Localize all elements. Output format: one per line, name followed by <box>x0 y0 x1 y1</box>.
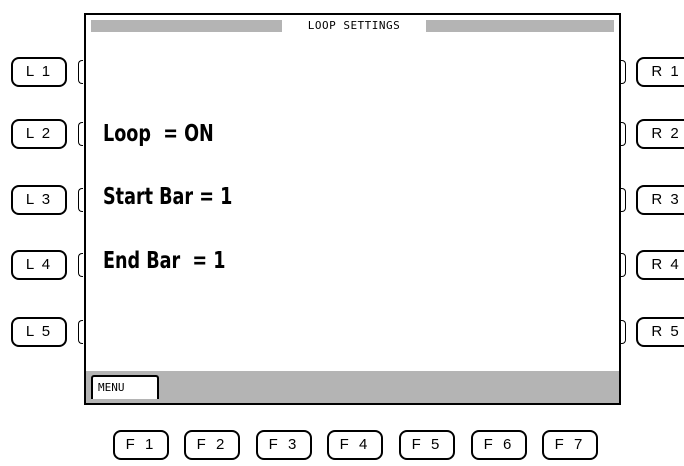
f6-button[interactable]: F 6 <box>471 430 527 460</box>
r1-bracket <box>621 60 626 84</box>
r2-bracket <box>621 122 626 146</box>
loop-param[interactable]: Loop = ON <box>103 121 214 147</box>
f3-button[interactable]: F 3 <box>256 430 312 460</box>
f4-button[interactable]: F 4 <box>327 430 383 460</box>
l5-bracket <box>78 320 83 344</box>
f7-button[interactable]: F 7 <box>542 430 598 460</box>
l1-button[interactable]: L 1 <box>11 57 67 87</box>
r5-bracket <box>621 320 626 344</box>
page-title: LOOP SETTINGS <box>307 19 401 32</box>
r3-bracket <box>621 188 626 212</box>
title-bar-left <box>91 20 282 32</box>
lcd-screen: LOOP SETTINGS Loop = ON Start Bar = 1 En… <box>84 13 621 405</box>
r5-button[interactable]: R 5 <box>636 317 684 347</box>
end-bar-param[interactable]: End Bar = 1 <box>103 248 226 274</box>
l3-bracket <box>78 188 83 212</box>
l4-button[interactable]: L 4 <box>11 250 67 280</box>
menu-tab[interactable]: MENU <box>91 375 159 399</box>
start-bar-param[interactable]: Start Bar = 1 <box>103 184 232 210</box>
r1-button[interactable]: R 1 <box>636 57 684 87</box>
bottom-bar: MENU <box>86 371 619 403</box>
r4-button[interactable]: R 4 <box>636 250 684 280</box>
l4-bracket <box>78 253 83 277</box>
l1-bracket <box>78 60 83 84</box>
l2-bracket <box>78 122 83 146</box>
f2-button[interactable]: F 2 <box>184 430 240 460</box>
f5-button[interactable]: F 5 <box>399 430 455 460</box>
r2-button[interactable]: R 2 <box>636 119 684 149</box>
title-bar-right <box>426 20 614 32</box>
r4-bracket <box>621 253 626 277</box>
l3-button[interactable]: L 3 <box>11 185 67 215</box>
l5-button[interactable]: L 5 <box>11 317 67 347</box>
r3-button[interactable]: R 3 <box>636 185 684 215</box>
l2-button[interactable]: L 2 <box>11 119 67 149</box>
f1-button[interactable]: F 1 <box>113 430 169 460</box>
